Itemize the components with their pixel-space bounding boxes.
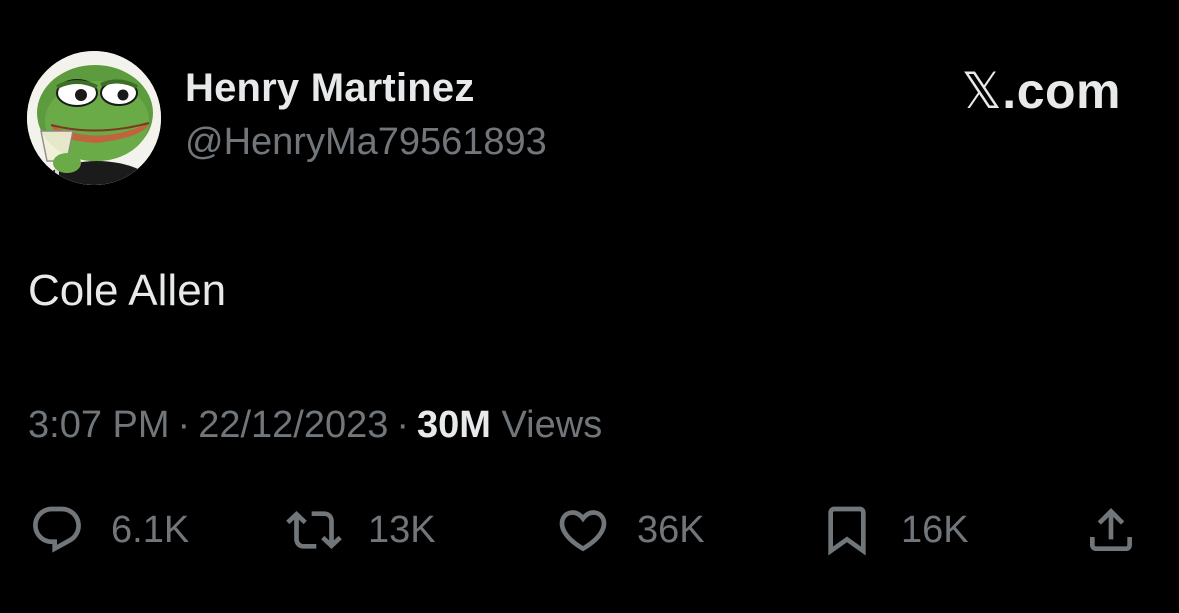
meta-separator: · xyxy=(396,404,410,446)
tweet-time[interactable]: 3:07 PM xyxy=(28,404,170,446)
brand-suffix: .com xyxy=(1002,63,1121,119)
views-label: Views xyxy=(501,404,603,446)
repost-button[interactable]: 13K xyxy=(286,500,436,560)
pepe-frog-avatar-icon xyxy=(27,51,161,185)
like-button[interactable]: 36K xyxy=(555,500,705,560)
tweet-text: Cole Allen xyxy=(28,266,227,315)
like-count: 36K xyxy=(637,508,705,551)
bookmark-icon xyxy=(828,506,866,556)
brand-logo: 𝕏.com xyxy=(962,62,1122,120)
x-logo-icon: 𝕏 xyxy=(961,62,1003,120)
tweet-date[interactable]: 22/12/2023 xyxy=(198,404,388,446)
repost-count: 13K xyxy=(368,508,436,551)
share-button[interactable] xyxy=(1083,500,1139,560)
avatar[interactable] xyxy=(27,51,161,185)
author-handle[interactable]: @HenryMa79561893 xyxy=(185,121,547,164)
bookmark-count: 16K xyxy=(901,508,969,551)
views-count: 30M xyxy=(417,404,491,446)
reply-button[interactable]: 6.1K xyxy=(29,500,189,560)
author-display-name[interactable]: Henry Martinez xyxy=(185,66,475,111)
reply-count: 6.1K xyxy=(111,508,190,551)
tweet-card: Henry Martinez @HenryMa79561893 𝕏.com Co… xyxy=(0,0,1179,613)
heart-icon xyxy=(559,510,607,552)
reply-icon xyxy=(33,506,81,553)
tweet-meta: 3:07 PM · 22/12/2023 · 30M Views xyxy=(28,404,602,447)
bookmark-button[interactable]: 16K xyxy=(819,500,969,560)
repost-icon xyxy=(286,511,342,549)
share-icon xyxy=(1090,508,1132,551)
meta-separator: · xyxy=(177,404,191,446)
action-bar: 6.1K 13K 36K 16K xyxy=(0,500,1179,560)
